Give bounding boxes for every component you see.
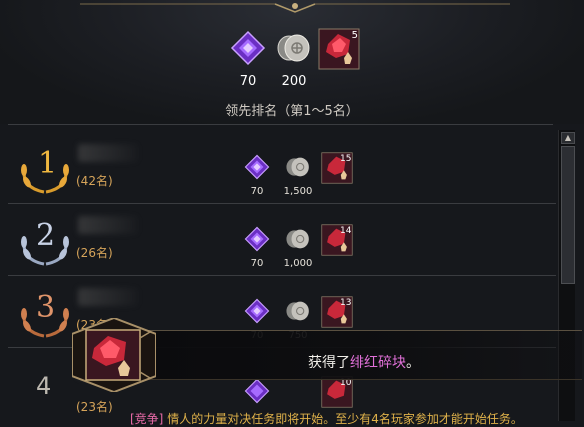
shard-count: 14 bbox=[340, 226, 352, 236]
reward-shard-count: 5 bbox=[351, 30, 358, 41]
silver-coin-icon bbox=[286, 229, 309, 249]
reward-coin[interactable]: 200 bbox=[275, 30, 313, 92]
player-name-blurred bbox=[78, 144, 138, 162]
gem-value: 70 bbox=[250, 186, 264, 197]
notice-tag: [竞争] bbox=[130, 412, 164, 426]
rank-row-2[interactable]: 2 (26名) 70 1,000 14 bbox=[8, 204, 556, 276]
shard-count: 15 bbox=[340, 154, 352, 164]
rank-row-1[interactable]: 1 (42名) 70 1,500 15 bbox=[8, 132, 556, 204]
rank-number: 2 bbox=[36, 218, 56, 253]
shard-count: 13 bbox=[340, 298, 352, 308]
rank-number: 4 bbox=[36, 372, 52, 400]
ranking-caption: 领先排名（第1～5名） bbox=[225, 104, 359, 119]
reward-gem-value: 70 bbox=[239, 74, 257, 89]
reward-gem[interactable]: 70 bbox=[230, 30, 266, 92]
toast-suffix: 。 bbox=[406, 355, 420, 371]
player-name-blurred bbox=[78, 288, 138, 306]
coin-value: 1,500 bbox=[283, 186, 313, 197]
toast-prefix: 获得了 bbox=[308, 355, 350, 371]
purple-gem-icon bbox=[244, 226, 270, 252]
rank-number: 1 bbox=[38, 146, 58, 181]
item-acquired-toast: 获得了绯红碎块。 bbox=[72, 318, 582, 392]
silver-coin-icon bbox=[277, 34, 310, 62]
header-panel: 70 200 5 领先排名（第1～5名） bbox=[0, 0, 584, 124]
header-divider bbox=[8, 124, 553, 125]
toast-item-name: 绯红碎块 bbox=[350, 355, 406, 371]
scroll-thumb[interactable] bbox=[561, 146, 575, 284]
rank-player-count: (26名) bbox=[76, 246, 113, 260]
player-name-blurred bbox=[78, 216, 138, 234]
reward-coin-value: 200 bbox=[281, 74, 307, 89]
purple-gem-icon bbox=[230, 30, 266, 66]
top-reward-list: 70 200 5 bbox=[0, 28, 584, 92]
scroll-up-arrow-icon[interactable]: ▲ bbox=[561, 132, 575, 144]
notice-rest: 任务即将开始。至少有4名玩家参加才能开始任务。 bbox=[251, 412, 523, 426]
gem-value: 70 bbox=[250, 258, 264, 269]
notice-text: 情人的力量对决 bbox=[167, 412, 252, 426]
rank-player-count: (23名) bbox=[76, 400, 113, 414]
rank-player-count: (42名) bbox=[76, 174, 113, 188]
coin-value: 1,000 bbox=[283, 258, 313, 269]
toast-message: 获得了绯红碎块。 bbox=[308, 352, 420, 372]
reward-shard[interactable]: 5 bbox=[318, 28, 360, 70]
toast-item-frame bbox=[72, 318, 156, 392]
silver-coin-icon bbox=[286, 157, 309, 177]
header-ornament bbox=[80, 3, 510, 13]
system-notice: [竞争] 情人的力量对决任务即将开始。至少有4名玩家参加才能开始任务。 bbox=[130, 410, 523, 427]
purple-gem-icon bbox=[244, 154, 270, 180]
rank-number: 3 bbox=[36, 290, 56, 325]
